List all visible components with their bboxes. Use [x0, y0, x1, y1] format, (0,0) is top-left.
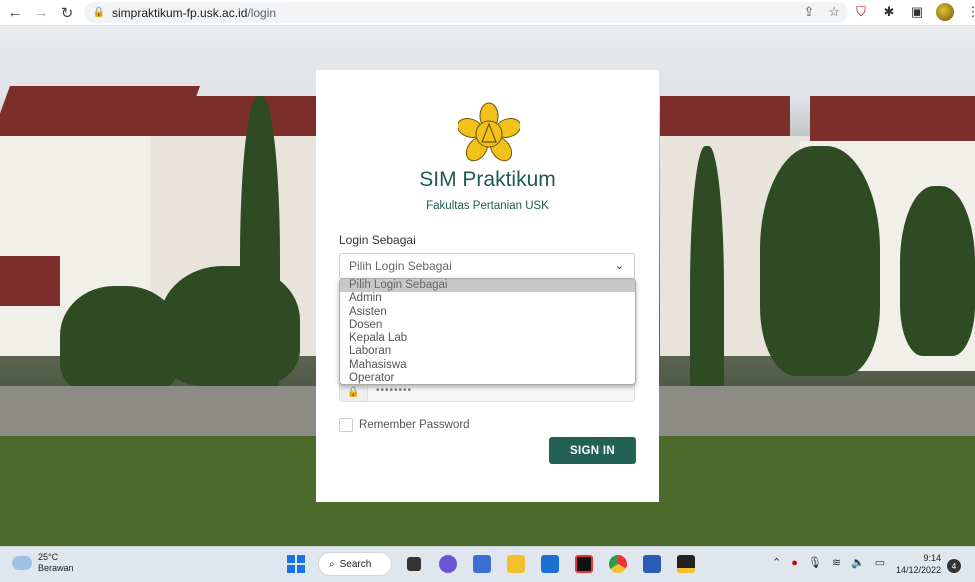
remember-password[interactable]: Remember Password: [339, 418, 470, 432]
login-as-option[interactable]: Asisten: [340, 306, 635, 319]
windows-icon: [287, 555, 305, 573]
profile-avatar[interactable]: [936, 3, 954, 21]
login-as-select-value: Pilih Login Sebagai: [349, 259, 452, 273]
system-tray: ⌃ ● 🎙 ≋ 🔈 ▭: [772, 556, 885, 570]
app-title: SIM Praktikum: [419, 168, 556, 191]
temperature: 25°C: [38, 552, 59, 562]
date: 14/12/2022: [896, 565, 942, 575]
login-as-option[interactable]: Operator: [340, 372, 635, 384]
login-as-options: Pilih Login Sebagai Admin Asisten Dosen Kepa…: [339, 278, 636, 385]
login-as-label: Login Sebagai: [339, 233, 416, 247]
menu-kebab-icon[interactable]: ⋮: [964, 3, 975, 21]
sign-in-button[interactable]: SIGN IN: [549, 437, 636, 464]
remember-checkbox[interactable]: [339, 418, 353, 432]
app-icon[interactable]: [674, 552, 698, 576]
reload-icon[interactable]: ↻: [56, 2, 78, 24]
notification-badge[interactable]: 4: [947, 559, 961, 573]
search-icon: ⌕: [329, 558, 335, 570]
chevron-up-icon[interactable]: ⌃: [772, 556, 781, 569]
cloud-icon: [12, 556, 32, 570]
chevron-down-icon: ⌄: [614, 260, 624, 272]
start-button[interactable]: [284, 552, 308, 576]
wifi-icon[interactable]: ≋: [832, 556, 841, 569]
microphone-icon[interactable]: 🎙: [808, 556, 822, 569]
lock-icon: 🔒: [340, 383, 368, 401]
login-as-option[interactable]: Dosen: [340, 319, 635, 332]
chat-icon[interactable]: [436, 552, 460, 576]
time: 9:14: [923, 553, 942, 563]
word-icon[interactable]: [640, 552, 664, 576]
login-as-option[interactable]: Mahasiswa: [340, 359, 635, 372]
url-path: /login: [247, 5, 277, 20]
forward-icon[interactable]: →: [30, 2, 52, 24]
extensions-puzzle-icon[interactable]: ✱: [880, 3, 898, 21]
task-view-icon[interactable]: [402, 552, 426, 576]
antivirus-icon[interactable]: ●: [791, 557, 798, 569]
app-icon[interactable]: [470, 552, 494, 576]
login-as-option[interactable]: Laboran: [340, 345, 635, 358]
share-icon[interactable]: ⇪: [803, 4, 814, 20]
side-panel-icon[interactable]: ▣: [908, 3, 926, 21]
password-field[interactable]: 🔒 ••••••••: [339, 382, 635, 402]
login-as-select[interactable]: Pilih Login Sebagai ⌄: [339, 253, 635, 279]
volume-icon[interactable]: 🔈: [851, 556, 865, 569]
login-as-option[interactable]: Admin: [340, 292, 635, 305]
file-explorer-icon[interactable]: [504, 552, 528, 576]
search-label: Search: [339, 558, 372, 570]
password-value: ••••••••: [376, 385, 413, 396]
login-as-option[interactable]: Pilih Login Sebagai: [340, 279, 635, 293]
browser-toolbar: ← → ↻ 🔒 simpraktikum-fp.usk.ac.id/login …: [0, 0, 975, 26]
battery-icon[interactable]: ▭: [875, 556, 885, 569]
clock[interactable]: 9:14 14/12/2022: [896, 552, 941, 576]
remember-label: Remember Password: [359, 419, 470, 431]
chrome-icon[interactable]: [606, 552, 630, 576]
app-subtitle: Fakultas Pertanian USK: [426, 200, 549, 212]
login-as-option[interactable]: Kepala Lab: [340, 332, 635, 345]
back-icon[interactable]: ←: [4, 2, 26, 24]
mail-icon[interactable]: [538, 552, 562, 576]
app-icon[interactable]: [572, 552, 596, 576]
windows-taskbar: 25°C Berawan ⌕ Search ⌃ ● 🎙 ≋ 🔈 ▭ 9:14 1…: [0, 546, 975, 582]
address-bar[interactable]: 🔒 simpraktikum-fp.usk.ac.id/login ⇪ ☆: [84, 2, 848, 23]
university-logo: [458, 102, 520, 162]
lock-icon[interactable]: 🔒: [92, 6, 106, 20]
weather-condition: Berawan: [38, 563, 74, 573]
taskbar-search[interactable]: ⌕ Search: [318, 552, 392, 576]
extension-shield-icon[interactable]: ⛉: [852, 3, 870, 21]
weather-widget[interactable]: 25°C Berawan: [12, 552, 74, 574]
bookmark-star-icon[interactable]: ☆: [828, 4, 840, 20]
url-host: simpraktikum-fp.usk.ac.id: [112, 5, 248, 20]
